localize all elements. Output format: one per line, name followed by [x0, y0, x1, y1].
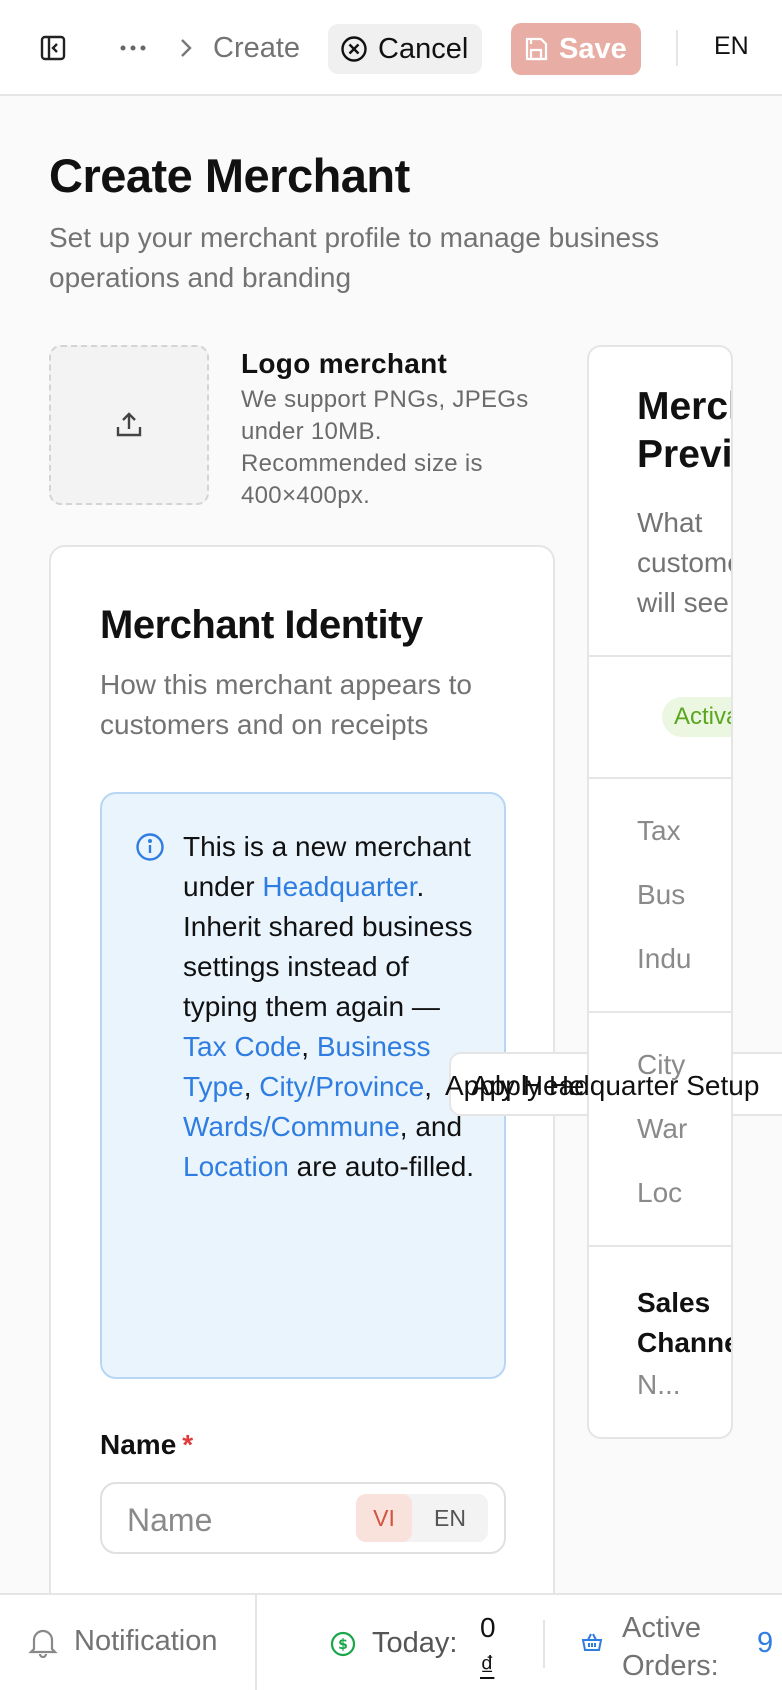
- info-text-part: ,: [424, 1071, 432, 1102]
- notification-label: Notification: [74, 1625, 218, 1657]
- save-icon: [523, 36, 549, 62]
- divider: [589, 1245, 731, 1247]
- divider: [676, 30, 678, 66]
- dollar-circle-icon: $: [330, 1631, 356, 1657]
- notification-button[interactable]: Notification: [28, 1625, 217, 1658]
- breadcrumb-current: Create: [213, 32, 301, 64]
- status-badge: Activated: [662, 697, 731, 737]
- svg-text:$: $: [338, 1637, 348, 1653]
- info-text-part: ,: [301, 1031, 310, 1062]
- save-label: Save: [559, 32, 627, 65]
- save-button[interactable]: Save: [511, 23, 641, 75]
- merchant-identity-card: Merchant Identity How this merchant appe…: [49, 545, 555, 1690]
- basket-icon: [580, 1630, 604, 1659]
- divider: [589, 655, 731, 657]
- cancel-label: Cancel: [378, 32, 469, 65]
- preview-tax-row: Tax: [637, 815, 681, 846]
- preview-title: Merchant Preview: [637, 383, 733, 479]
- logo-description: We support PNGs, JPEGs under 10MB. Recom…: [241, 386, 529, 509]
- bottom-status-bar: Notification $ Today: 0 ₫ Active Orders: …: [0, 1593, 782, 1690]
- preview-wards-row: War: [637, 1113, 688, 1144]
- preview-subtitle: What customers will see: [637, 507, 731, 618]
- identity-title: Merchant Identity: [100, 603, 423, 647]
- required-marker: *: [182, 1429, 194, 1460]
- divider: [589, 1011, 731, 1013]
- headquarter-link[interactable]: Headquarter: [262, 871, 416, 902]
- info-icon: [135, 832, 165, 867]
- divider: [255, 1595, 257, 1690]
- today-currency: ₫: [480, 1650, 495, 1681]
- logo-upload-dropzone[interactable]: [49, 345, 209, 505]
- page: Create Cancel Save EN Create Merchant Se…: [0, 0, 782, 1690]
- lang-en-tab[interactable]: EN: [412, 1494, 488, 1542]
- preview-business-row: Bus: [637, 879, 686, 910]
- identity-subtitle: How this merchant appears to customers a…: [100, 669, 472, 740]
- city-province-link[interactable]: City/Province: [259, 1071, 424, 1102]
- close-circle-icon: [340, 35, 368, 63]
- active-orders-value[interactable]: 9: [757, 1627, 773, 1660]
- preview-industry-row: Indu: [637, 943, 692, 974]
- today-value: 0 ₫: [480, 1609, 510, 1685]
- divider: [543, 1620, 545, 1668]
- language-switch[interactable]: EN: [714, 32, 749, 61]
- name-placeholder: Name: [127, 1502, 213, 1538]
- today-amount: 0: [480, 1612, 496, 1643]
- today-label: Today:: [372, 1627, 458, 1659]
- wards-commune-link[interactable]: Wards/Commune: [183, 1111, 400, 1142]
- page-subtitle: Set up your merchant profile to manage b…: [49, 222, 660, 293]
- top-bar: Create Cancel Save EN: [0, 0, 782, 96]
- preview-sales-channel-value: N...: [637, 1369, 681, 1400]
- logo-title: Logo merchant: [241, 348, 448, 379]
- merchant-preview-card: Merchant Preview What customers will see…: [587, 345, 733, 1439]
- bell-icon: [28, 1626, 58, 1658]
- name-label-text: Name: [100, 1429, 177, 1460]
- preview-sales-channel-title: Sales Channel: [637, 1287, 731, 1358]
- upload-icon: [113, 409, 145, 441]
- name-label: Name *: [100, 1429, 193, 1461]
- preview-location-row: Loc: [637, 1177, 683, 1208]
- info-text-part: are auto-filled.: [288, 1151, 475, 1182]
- info-text-part: ,: [243, 1071, 252, 1102]
- name-input[interactable]: Name VI EN: [100, 1482, 506, 1554]
- today-revenue: $ Today:: [330, 1627, 457, 1660]
- info-text: This is a new merchant under Headquarter…: [183, 827, 483, 1187]
- page-title: Create Merchant: [49, 149, 410, 202]
- preview-title-text: Merchant Preview: [637, 385, 733, 476]
- sidebar-toggle-icon[interactable]: [36, 30, 70, 66]
- chevron-right-icon: [178, 36, 194, 65]
- name-language-toggle: VI EN: [356, 1494, 488, 1542]
- divider: [589, 777, 731, 779]
- apply-button-label-tail: Apply Headquarter Setup: [445, 1070, 760, 1101]
- cancel-button[interactable]: Cancel: [328, 24, 482, 74]
- apply-headquarter-setup-button-tail[interactable]: Apply Headquarter Setup: [445, 1052, 782, 1116]
- location-link[interactable]: Location: [183, 1151, 289, 1182]
- info-text-part: , and: [399, 1111, 463, 1142]
- more-horizontal-icon[interactable]: [118, 34, 148, 62]
- lang-vi-tab[interactable]: VI: [356, 1494, 412, 1542]
- active-orders-label: Active Orders:: [622, 1612, 719, 1682]
- tax-code-link[interactable]: Tax Code: [183, 1031, 301, 1062]
